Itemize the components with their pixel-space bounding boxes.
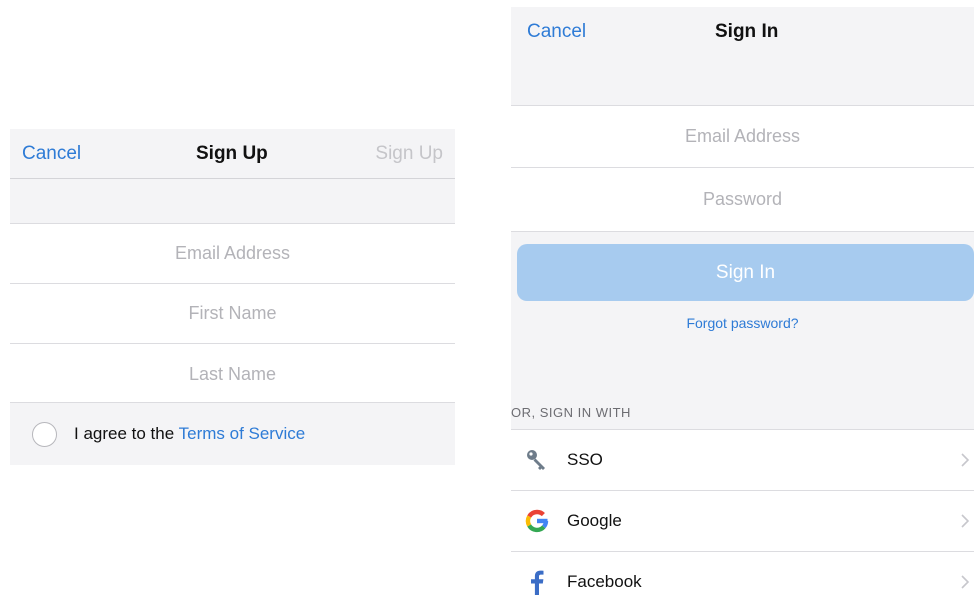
signin-submit-button[interactable]: Sign In [517, 244, 974, 301]
signin-form-fields [511, 105, 974, 232]
signup-last-name-input[interactable] [10, 344, 455, 404]
chevron-right-icon [960, 452, 970, 473]
google-icon [523, 507, 551, 535]
signin-password-row [511, 168, 974, 230]
signup-form-fields [10, 223, 455, 404]
signin-email-row [511, 106, 974, 168]
signup-cancel-button[interactable]: Cancel [22, 143, 81, 165]
signin-email-input[interactable] [511, 106, 974, 167]
terms-agreement-row: I agree to the Terms of Service [10, 405, 455, 465]
terms-of-service-link[interactable]: Terms of Service [179, 424, 306, 443]
provider-google-label: Google [567, 511, 622, 530]
sign-in-providers-list: SSO Google Facebook [511, 429, 974, 614]
or-sign-in-with-label: OR, SIGN IN WITH [511, 405, 631, 420]
signup-email-input[interactable] [10, 224, 455, 283]
signup-last-name-row [10, 344, 455, 404]
signup-email-row [10, 224, 455, 284]
provider-sso-label: SSO [567, 450, 603, 469]
signin-title: Sign In [715, 21, 779, 42]
signup-first-name-input[interactable] [10, 284, 455, 343]
signup-title: Sign Up [196, 143, 268, 164]
provider-facebook-label: Facebook [567, 572, 642, 591]
facebook-icon [523, 568, 551, 596]
signup-submit-button[interactable]: Sign Up [375, 143, 443, 165]
signin-password-input[interactable] [511, 168, 974, 230]
signup-panel: Cancel Sign Up Sign Up I agree to the Te… [10, 129, 455, 465]
signup-nav-bar: Cancel Sign Up Sign Up [10, 129, 455, 179]
terms-agree-prefix: I agree to the [74, 424, 179, 443]
provider-facebook[interactable]: Facebook [511, 552, 974, 613]
signin-cancel-button[interactable]: Cancel [527, 21, 586, 43]
chevron-right-icon [960, 574, 970, 595]
terms-agree-text: I agree to the Terms of Service [74, 424, 305, 444]
provider-sso[interactable]: SSO [511, 430, 974, 491]
chevron-right-icon [960, 513, 970, 534]
signup-first-name-row [10, 284, 455, 344]
forgot-password-link[interactable]: Forgot password? [511, 315, 974, 331]
provider-google[interactable]: Google [511, 491, 974, 552]
signin-nav-bar: Cancel Sign In [511, 7, 974, 57]
terms-agree-radio[interactable] [32, 422, 57, 447]
key-icon [523, 446, 551, 474]
signin-panel: Cancel Sign In Sign In Forgot password? … [511, 7, 974, 614]
